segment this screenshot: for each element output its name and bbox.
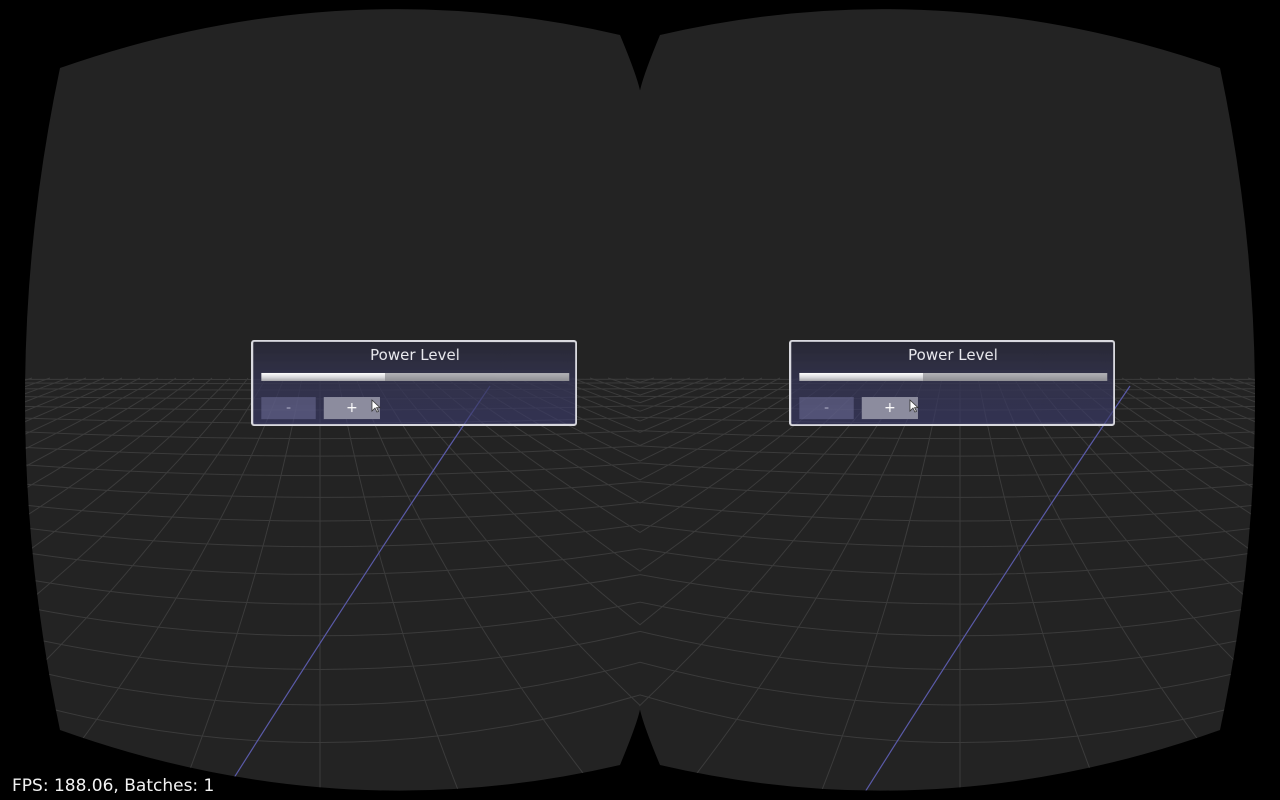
- increase-power-button[interactable]: +: [861, 397, 919, 420]
- power-level-progress-fill: [261, 372, 386, 381]
- increase-power-label: +: [883, 400, 896, 417]
- increase-power-label: +: [345, 400, 358, 417]
- power-level-title: Power Level: [908, 345, 998, 365]
- power-level-progress-fill: [799, 372, 924, 381]
- power-level-panel-left: Power Level - +: [251, 339, 578, 427]
- decrease-power-button[interactable]: -: [261, 397, 316, 420]
- vr-stereo-viewport: Power Level - + Power Level - + FPS: 188…: [0, 0, 1280, 800]
- decrease-power-button[interactable]: -: [799, 397, 854, 420]
- increase-power-button[interactable]: +: [323, 397, 381, 420]
- mouse-cursor-icon: [371, 399, 381, 413]
- mouse-cursor-icon: [909, 399, 919, 413]
- power-level-title: Power Level: [370, 345, 460, 365]
- power-level-progress-bar: [799, 372, 1108, 382]
- fps-counter: FPS: 188.06, Batches: 1: [12, 776, 215, 796]
- power-level-panel-right: Power Level - +: [789, 339, 1116, 427]
- power-level-progress-bar: [261, 372, 570, 382]
